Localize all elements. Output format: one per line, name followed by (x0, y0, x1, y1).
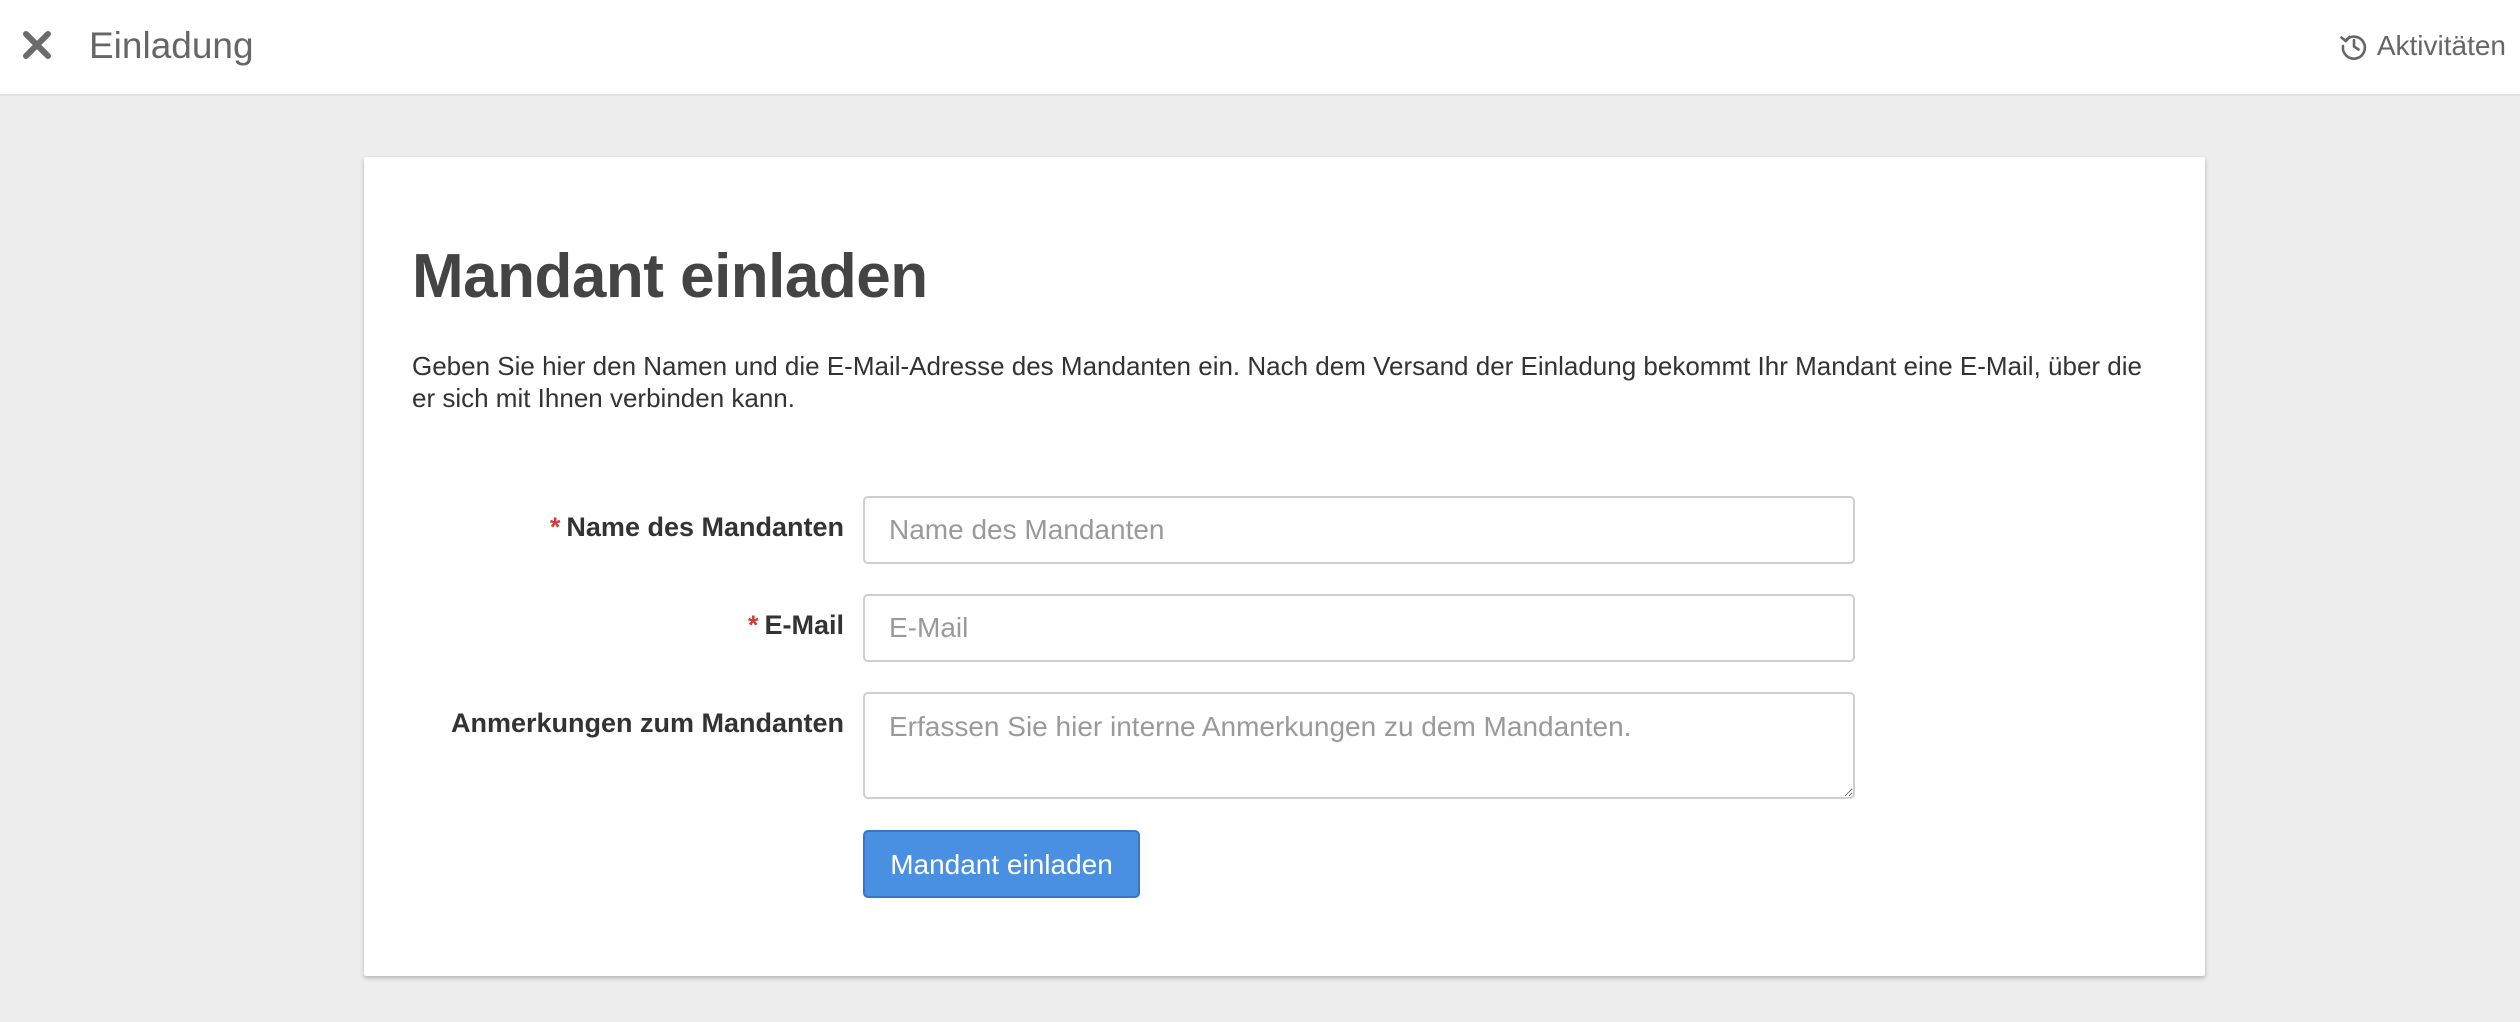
invite-card: Mandant einladen Geben Sie hier den Name… (364, 157, 2205, 976)
email-input[interactable] (863, 594, 1855, 662)
activities-button[interactable]: Aktivitäten (2339, 26, 2506, 66)
notes-label: Anmerkungen zum Mandanten (450, 708, 844, 738)
invite-client-button[interactable]: Mandant einladen (863, 830, 1140, 898)
required-marker: * (747, 610, 759, 640)
email-label-text: E-Mail (764, 610, 844, 640)
name-label-text: Name des Mandanten (566, 512, 844, 542)
intro-text: Geben Sie hier den Namen und die E-Mail-… (412, 351, 2142, 413)
close-icon[interactable] (20, 28, 54, 62)
history-icon (2339, 31, 2369, 61)
email-label: * E-Mail (748, 608, 844, 642)
card-heading: Mandant einladen (412, 242, 928, 311)
notes-textarea[interactable] (863, 692, 1855, 799)
name-label: * Name des Mandanten (550, 510, 844, 544)
top-bar: Einladung Aktivitäten (0, 0, 2520, 96)
page-title: Einladung (89, 25, 254, 66)
required-marker: * (549, 512, 561, 542)
client-name-input[interactable] (863, 496, 1855, 564)
activities-label: Aktivitäten (2376, 30, 2506, 61)
